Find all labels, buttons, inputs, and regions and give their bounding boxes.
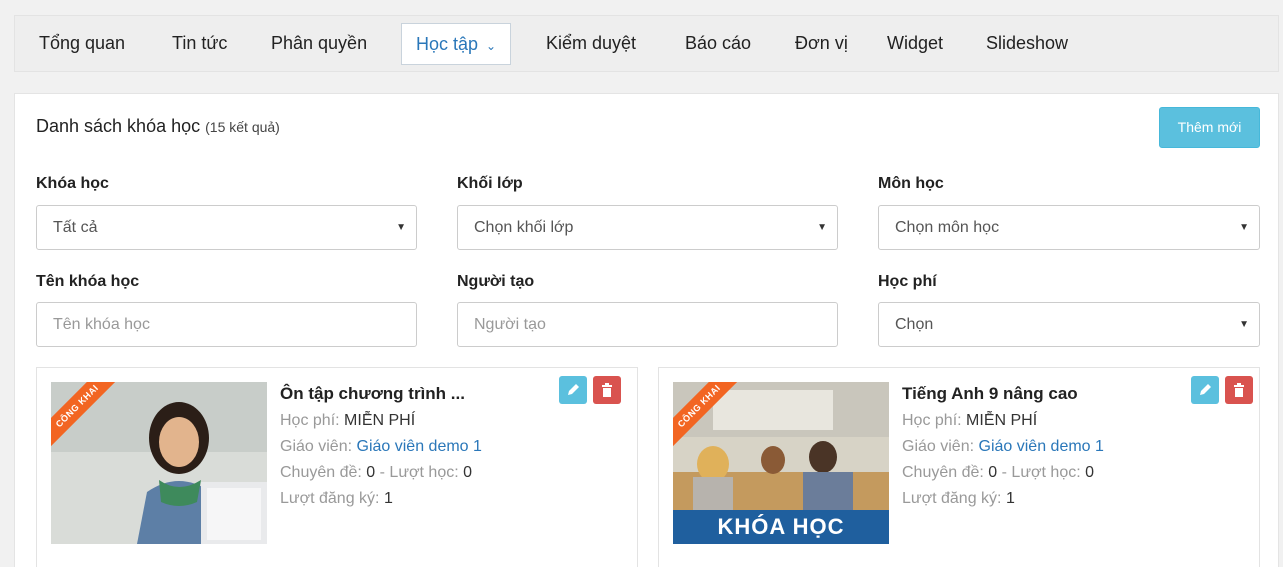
course-select-value: Tất cả: [53, 219, 98, 236]
nav-phan-quyen[interactable]: Phân quyền: [271, 16, 367, 71]
caret-down-icon: ▼: [817, 222, 827, 233]
nav-hoc-tap-label: Học tập: [416, 34, 479, 54]
course-name-label: Tên khóa học: [36, 273, 140, 290]
creator-placeholder: Người tạo: [474, 316, 546, 333]
pencil-icon: [568, 384, 579, 395]
reg-value: 1: [383, 490, 393, 507]
nav-bao-cao[interactable]: Báo cáo: [685, 16, 751, 71]
nav-tin-tuc[interactable]: Tin tức: [172, 16, 227, 71]
grade-filter-label: Khối lớp: [457, 175, 523, 192]
course-name-input[interactable]: Tên khóa học: [36, 302, 417, 347]
teacher-label: Giáo viên:: [280, 438, 353, 455]
course-stats: Chuyên đề: 0 - Lượt học: 0: [280, 464, 472, 482]
creator-label: Người tạo: [457, 273, 535, 290]
course-name-placeholder: Tên khóa học: [53, 316, 150, 333]
top-nav: Tổng quan Tin tức Phân quyền Học tập ⌄ Ki…: [14, 15, 1279, 72]
subject-filter-label: Môn học: [878, 175, 944, 192]
course-teacher: Giáo viên: Giáo viên demo 1: [902, 438, 1104, 456]
nav-widget[interactable]: Widget: [887, 16, 943, 71]
delete-button[interactable]: [593, 376, 621, 404]
edit-button[interactable]: [559, 376, 587, 404]
grade-select-value: Chọn khối lớp: [474, 219, 574, 236]
caret-down-icon: ▼: [396, 222, 406, 233]
course-registrations: Lượt đăng ký: 1: [902, 490, 1015, 508]
reg-label: Lượt đăng ký:: [280, 490, 380, 507]
subject-select[interactable]: Chọn môn học ▼: [878, 205, 1260, 250]
course-title[interactable]: Tiếng Anh 9 nâng cao: [902, 384, 1078, 404]
course-fee: Học phí: MIỄN PHÍ: [280, 412, 415, 430]
course-select[interactable]: Tất cả ▼: [36, 205, 417, 250]
fee-select-value: Chọn: [895, 316, 934, 333]
views-value: 0: [1085, 464, 1095, 481]
trash-icon: [602, 383, 612, 397]
course-fee: Học phí: MIỄN PHÍ: [902, 412, 1037, 430]
teacher-label: Giáo viên:: [902, 438, 975, 455]
reg-label: Lượt đăng ký:: [902, 490, 1002, 507]
views-label: - Lượt học:: [379, 464, 459, 481]
trash-icon: [1234, 383, 1244, 397]
add-new-button[interactable]: Thêm mới: [1159, 107, 1260, 148]
fee-value: MIỄN PHÍ: [966, 412, 1038, 429]
nav-tong-quan[interactable]: Tổng quan: [39, 16, 125, 71]
course-list-panel: Danh sách khóa học (15 kết quả) Thêm mới…: [14, 93, 1279, 567]
course-card[interactable]: CÔNG KHAI Ôn tập chương trình ... Học ph…: [36, 367, 638, 567]
creator-input[interactable]: Người tạo: [457, 302, 838, 347]
delete-button[interactable]: [1225, 376, 1253, 404]
topics-value: 0: [366, 464, 376, 481]
edit-button[interactable]: [1191, 376, 1219, 404]
teacher-link[interactable]: Giáo viên demo 1: [979, 438, 1104, 455]
page-title-text: Danh sách khóa học: [36, 116, 201, 136]
chevron-down-icon: ⌄: [486, 39, 497, 53]
topics-value: 0: [988, 464, 998, 481]
nav-hoc-tap[interactable]: Học tập ⌄: [401, 23, 512, 65]
course-registrations: Lượt đăng ký: 1: [280, 490, 393, 508]
course-stats: Chuyên đề: 0 - Lượt học: 0: [902, 464, 1094, 482]
subject-select-value: Chọn môn học: [895, 219, 1000, 236]
result-count: (15 kết quả): [205, 119, 280, 135]
page-title: Danh sách khóa học (15 kết quả): [36, 116, 280, 137]
fee-filter-label: Học phí: [878, 273, 937, 290]
nav-kiem-duyet[interactable]: Kiểm duyệt: [546, 16, 636, 71]
course-thumbnail: KHÓA HỌC CÔNG KHAI: [673, 382, 889, 544]
fee-select[interactable]: Chọn ▼: [878, 302, 1260, 347]
course-card[interactable]: KHÓA HỌC CÔNG KHAI Tiếng Anh 9 nâng cao …: [658, 367, 1260, 567]
teacher-link[interactable]: Giáo viên demo 1: [357, 438, 482, 455]
course-thumbnail: CÔNG KHAI: [51, 382, 267, 544]
topics-label: Chuyên đề:: [280, 464, 362, 481]
course-filter-label: Khóa học: [36, 175, 109, 192]
grade-select[interactable]: Chọn khối lớp ▼: [457, 205, 838, 250]
views-label: - Lượt học:: [1001, 464, 1081, 481]
course-teacher: Giáo viên: Giáo viên demo 1: [280, 438, 482, 456]
views-value: 0: [463, 464, 473, 481]
fee-value: MIỄN PHÍ: [344, 412, 416, 429]
course-title[interactable]: Ôn tập chương trình ...: [280, 384, 465, 404]
pencil-icon: [1200, 384, 1211, 395]
caret-down-icon: ▼: [1239, 222, 1249, 233]
nav-don-vi[interactable]: Đơn vị: [795, 16, 848, 71]
topics-label: Chuyên đề:: [902, 464, 984, 481]
fee-label: Học phí:: [280, 412, 340, 429]
caret-down-icon: ▼: [1239, 319, 1249, 330]
reg-value: 1: [1005, 490, 1015, 507]
fee-label: Học phí:: [902, 412, 962, 429]
course-banner: KHÓA HỌC: [673, 510, 889, 544]
nav-slideshow[interactable]: Slideshow: [986, 16, 1068, 71]
